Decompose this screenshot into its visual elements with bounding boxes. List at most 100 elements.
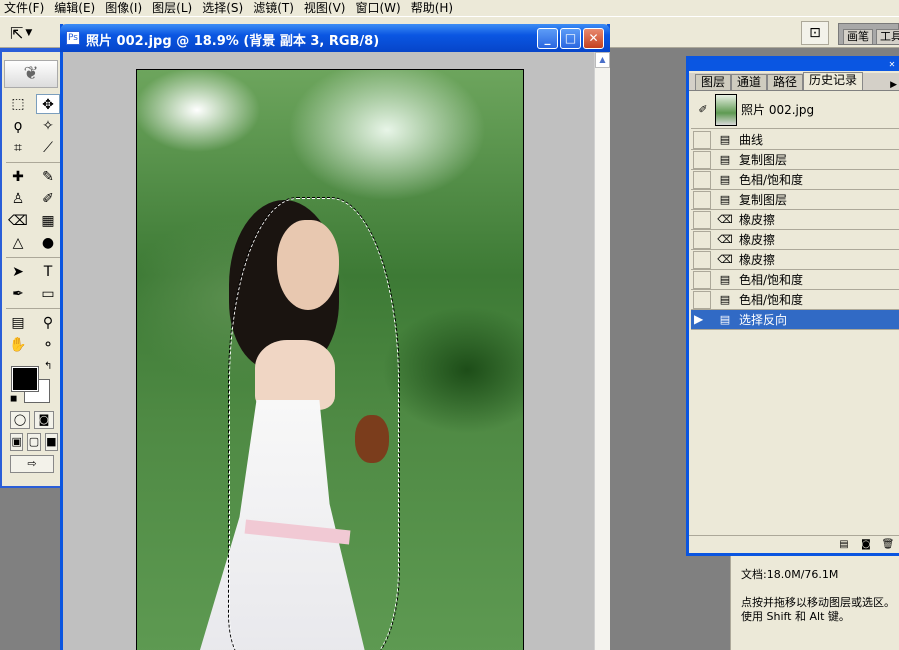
rect-marquee-icon[interactable]: ⬚ — [6, 94, 30, 114]
history-step[interactable]: ▤ 色相/饱和度 — [691, 290, 899, 310]
healing-icon[interactable]: ✚ — [6, 167, 30, 187]
history-step[interactable]: ▶ ▤ 选择反向 — [691, 310, 899, 330]
trash-icon[interactable]: 🗑 — [881, 539, 895, 550]
menu-layer[interactable]: 图层(L) — [148, 0, 198, 16]
history-step-label: 橡皮擦 — [739, 233, 776, 247]
selection-marquee — [228, 197, 400, 650]
notes-icon[interactable]: ▤ — [6, 313, 30, 333]
history-brush-source-toggle[interactable] — [693, 190, 711, 209]
toolbox-grip[interactable] — [2, 52, 60, 60]
new-snapshot-icon[interactable]: ◙ — [859, 539, 873, 550]
history-brush-source-toggle[interactable] — [693, 230, 711, 249]
history-brush-source-toggle[interactable] — [693, 250, 711, 269]
history-step[interactable]: ⌫ 橡皮擦 — [691, 230, 899, 250]
history-step[interactable]: ▤ 色相/饱和度 — [691, 170, 899, 190]
canvas-area[interactable] — [63, 52, 594, 650]
eyedropper-icon[interactable]: ⚲ — [36, 313, 60, 333]
menu-filter[interactable]: 滤镜(T) — [249, 0, 300, 16]
history-step[interactable]: ⌫ 橡皮擦 — [691, 250, 899, 270]
close-icon[interactable]: ✕ — [887, 60, 897, 70]
tool-preset-picker[interactable]: ⇱ ▼ — [10, 22, 54, 44]
type-icon[interactable]: T — [36, 262, 60, 282]
zoom-icon[interactable]: ⚬ — [36, 335, 60, 355]
step-doc-icon: ▤ — [719, 293, 731, 306]
magic-wand-icon[interactable]: ✧ — [36, 116, 60, 136]
menu-select[interactable]: 选择(S) — [198, 0, 249, 16]
crop-icon[interactable]: ⌗ — [6, 138, 30, 158]
tab-layers[interactable]: 图层 — [695, 74, 732, 90]
tab-channels[interactable]: 通道 — [731, 74, 768, 90]
pen-icon[interactable]: ✒ — [6, 284, 30, 304]
maximize-button[interactable]: □ — [560, 28, 581, 49]
menu-view[interactable]: 视图(V) — [300, 0, 352, 16]
screen-mode-buttons: ▣ ▢ ■ — [2, 429, 60, 451]
step-doc-icon: ▤ — [719, 273, 731, 286]
close-button[interactable]: ✕ — [583, 28, 604, 49]
history-brush-source-toggle[interactable] — [693, 170, 711, 189]
history-step[interactable]: ▤ 曲线 — [691, 130, 899, 150]
history-brush-source-toggle[interactable] — [693, 210, 711, 229]
default-colors-icon[interactable]: ◼ — [10, 394, 17, 404]
history-step[interactable]: ▤ 复制图层 — [691, 190, 899, 210]
history-brush-source-toggle[interactable] — [693, 130, 711, 149]
dodge-icon[interactable]: ● — [36, 233, 60, 253]
file-browser-button[interactable]: ⊡ — [801, 21, 829, 45]
history-step[interactable]: ⌫ 橡皮擦 — [691, 210, 899, 230]
step-doc-icon: ▤ — [719, 193, 731, 206]
menu-file[interactable]: 文件(F) — [0, 0, 50, 16]
history-brush-source-toggle[interactable]: ▶ — [693, 310, 711, 329]
snapshot-label: 照片 002.jpg — [741, 103, 815, 117]
palette-titlebar[interactable]: ✕ — [689, 59, 899, 71]
history-step-label: 橡皮擦 — [739, 253, 776, 267]
tab-paths[interactable]: 路径 — [767, 74, 804, 90]
document-title: 照片 002.jpg @ 18.9% (背景 副本 3, RGB/8) — [86, 34, 380, 49]
full-screen-button[interactable]: ■ — [44, 433, 58, 451]
slice-icon[interactable]: ⟋ — [36, 138, 60, 158]
eraser-icon[interactable]: ⌫ — [6, 211, 30, 231]
history-brush-source-toggle[interactable] — [693, 290, 711, 309]
history-brush-source-toggle[interactable] — [693, 270, 711, 289]
history-snapshot[interactable]: ✐ 照片 002.jpg — [691, 91, 899, 129]
path-select-icon[interactable]: ➤ — [6, 262, 30, 282]
standard-screen-button[interactable]: ▣ — [10, 433, 24, 451]
toolbox-divider — [6, 162, 62, 163]
history-brush-icon[interactable]: ✐ — [36, 189, 60, 209]
palette-menu-icon[interactable]: ▶ — [890, 80, 897, 90]
new-document-from-state-icon[interactable]: ▤ — [837, 539, 851, 550]
swap-colors-icon[interactable]: ↰ — [44, 361, 52, 372]
jump-to-imageready-button[interactable]: ⇨ — [10, 455, 54, 473]
eraser-icon: ⌫ — [717, 213, 733, 226]
menu-help[interactable]: 帮助(H) — [407, 0, 459, 16]
standard-mode-button[interactable]: ◯ — [10, 411, 30, 429]
menu-bar: 文件(F) 编辑(E) 图像(I) 图层(L) 选择(S) 滤镜(T) 视图(V… — [0, 0, 899, 16]
blur-icon[interactable]: △ — [6, 233, 30, 253]
palette-well-tab-brushes[interactable]: 画笔 — [843, 29, 873, 44]
history-brush-source-toggle[interactable] — [693, 150, 711, 169]
minimize-button[interactable]: _ — [537, 28, 558, 49]
menu-image[interactable]: 图像(I) — [101, 0, 148, 16]
adobe-online-icon[interactable]: ❦ — [4, 60, 58, 88]
menu-edit[interactable]: 编辑(E) — [50, 0, 101, 16]
document-titlebar[interactable]: Ps 照片 002.jpg @ 18.9% (背景 副本 3, RGB/8) _… — [60, 24, 610, 52]
gradient-icon[interactable]: ▦ — [36, 211, 60, 231]
foreground-color-swatch[interactable] — [11, 366, 39, 392]
lasso-icon[interactable]: ϙ — [6, 116, 30, 136]
brush-icon[interactable]: ✎ — [36, 167, 60, 187]
move-icon[interactable]: ✥ — [36, 94, 60, 114]
palette-well-tab-tools[interactable]: 工具 — [876, 29, 899, 44]
history-step[interactable]: ▤ 色相/饱和度 — [691, 270, 899, 290]
full-screen-menu-button[interactable]: ▢ — [27, 433, 41, 451]
menu-window[interactable]: 窗口(W) — [351, 0, 406, 16]
quick-mask-button[interactable]: ◙ — [34, 411, 54, 429]
history-brush-source-icon[interactable]: ✐ — [695, 103, 711, 117]
tab-history[interactable]: 历史记录 — [803, 72, 864, 90]
hand-icon[interactable]: ✋ — [6, 335, 30, 355]
scroll-up-icon[interactable]: ▲ — [595, 52, 610, 68]
move-tool-icon: ⇱ — [10, 23, 24, 43]
history-step[interactable]: ▤ 复制图层 — [691, 150, 899, 170]
step-doc-icon: ▤ — [719, 133, 731, 146]
stamp-icon[interactable]: ♙ — [6, 189, 30, 209]
photo-canvas[interactable] — [136, 69, 524, 650]
vertical-scrollbar[interactable]: ▲ — [594, 52, 610, 650]
shape-icon[interactable]: ▭ — [36, 284, 60, 304]
